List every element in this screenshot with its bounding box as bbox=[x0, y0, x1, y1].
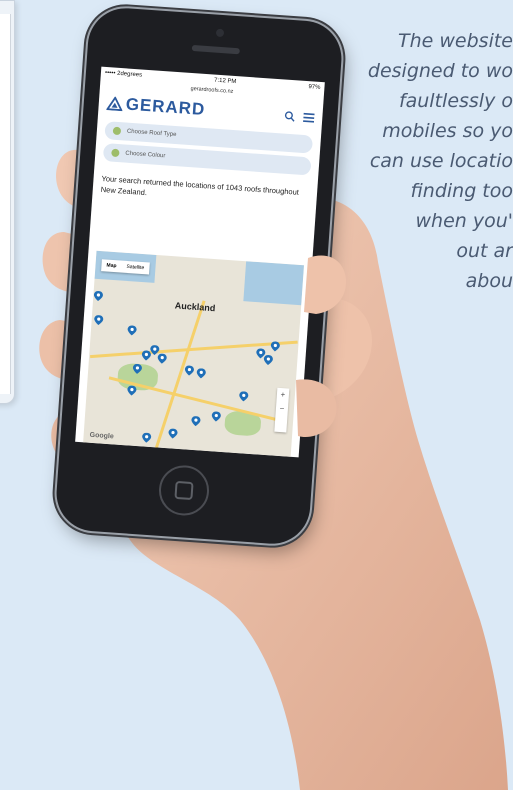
map-attribution: Google bbox=[89, 431, 114, 441]
site-logo[interactable]: GERARD bbox=[106, 93, 206, 120]
map-pin-icon[interactable] bbox=[141, 432, 152, 443]
map-pin-icon[interactable] bbox=[184, 365, 195, 376]
map-type-map-button[interactable]: Map bbox=[101, 259, 122, 272]
home-button[interactable] bbox=[157, 463, 211, 518]
roof-type-label: Choose Roof Type bbox=[126, 128, 177, 139]
map-pin-icon[interactable] bbox=[263, 355, 274, 366]
zoom-out-button[interactable]: − bbox=[275, 402, 288, 417]
map-pin-icon[interactable] bbox=[93, 291, 104, 302]
search-icon[interactable] bbox=[284, 110, 296, 122]
zoom-in-button[interactable]: + bbox=[276, 388, 289, 403]
earpiece-speaker bbox=[191, 44, 240, 55]
logo-text: GERARD bbox=[125, 94, 206, 120]
map-pin-icon[interactable] bbox=[196, 368, 207, 379]
roof-type-indicator-icon bbox=[112, 126, 122, 136]
map-zoom-control: + − bbox=[274, 387, 290, 433]
smartphone: ••••• 2degrees 7:12 PM 97% gerardroofs.c… bbox=[54, 5, 344, 547]
map-pin-icon[interactable] bbox=[270, 341, 281, 352]
map-pin-icon[interactable] bbox=[127, 325, 138, 336]
status-time: 7:12 PM bbox=[213, 77, 237, 86]
battery-label: 97% bbox=[308, 84, 321, 92]
map-type-satellite-button[interactable]: Satellite bbox=[121, 261, 150, 275]
colour-indicator-icon bbox=[111, 148, 120, 158]
colour-label: Choose Colour bbox=[125, 150, 166, 160]
map-pin-icon[interactable] bbox=[238, 391, 249, 402]
front-camera bbox=[215, 28, 225, 38]
map-pin-icon[interactable] bbox=[168, 428, 179, 439]
carrier-label: ••••• 2degrees bbox=[104, 69, 143, 79]
map-pin-icon[interactable] bbox=[211, 411, 222, 422]
search-result-text: Your search returned the locations of 10… bbox=[100, 173, 300, 198]
map-water bbox=[243, 261, 305, 306]
menu-icon[interactable] bbox=[303, 111, 315, 123]
phone-screen: ••••• 2degrees 7:12 PM 97% gerardroofs.c… bbox=[75, 66, 325, 458]
map-pin-icon[interactable] bbox=[132, 363, 143, 375]
map-pin-icon[interactable] bbox=[191, 416, 202, 427]
map-pin-icon[interactable] bbox=[157, 353, 168, 364]
map-pin-icon[interactable] bbox=[93, 315, 104, 326]
roof-location-map[interactable]: Map Satellite Auckland + − Google bbox=[83, 250, 305, 457]
logo-mark-icon bbox=[106, 96, 123, 112]
map-pin-icon[interactable] bbox=[127, 385, 138, 396]
map-city-label: Auckland bbox=[174, 300, 216, 314]
